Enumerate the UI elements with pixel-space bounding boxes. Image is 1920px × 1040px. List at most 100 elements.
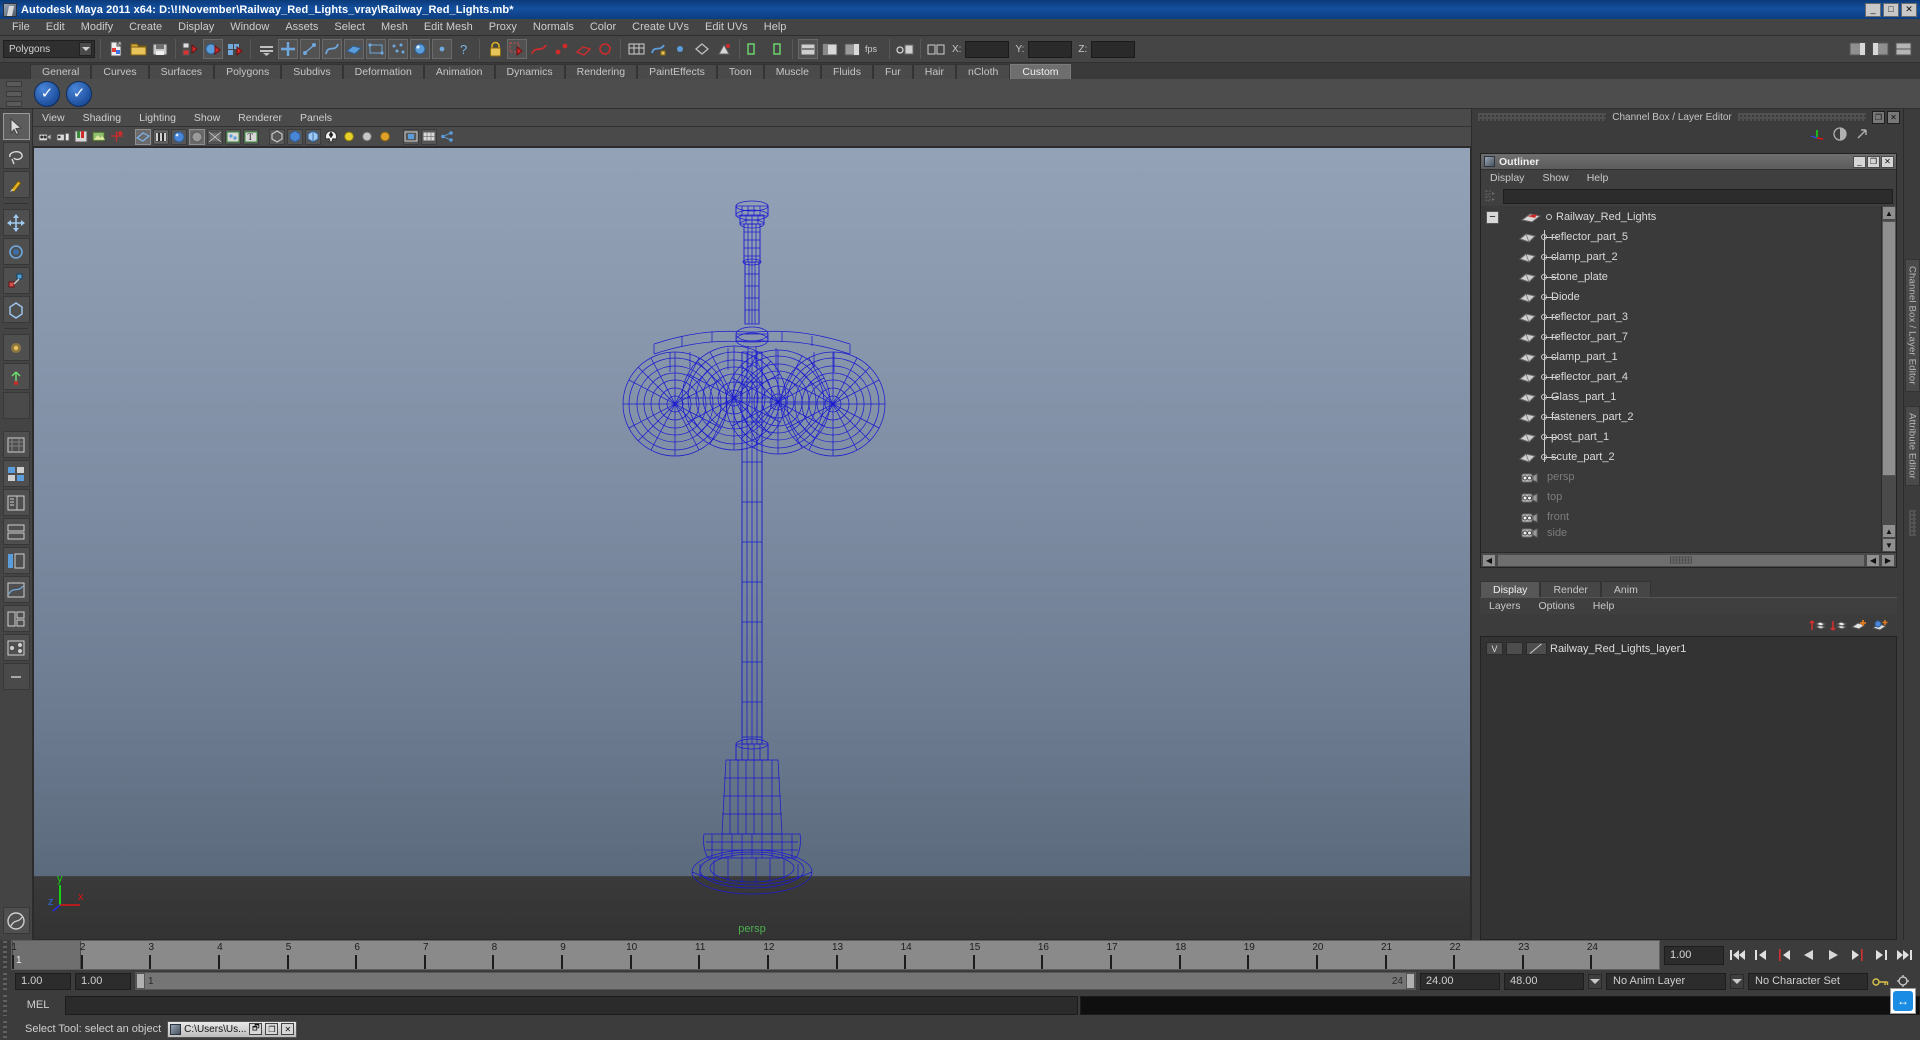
vertical-strip-grip[interactable] — [1908, 509, 1916, 536]
outliner-maximize-button[interactable]: ❐ — [1867, 155, 1880, 168]
shelf-tab-painteffects[interactable]: PaintEffects — [637, 64, 717, 79]
outliner-item-mesh[interactable]: clamp_part_1 — [1481, 347, 1881, 367]
shelf-options-handle[interactable] — [6, 81, 24, 107]
toggle-pane-a-icon[interactable] — [745, 39, 765, 59]
snap-to-plane-icon[interactable] — [573, 39, 593, 59]
command-language-label[interactable]: MEL — [11, 999, 65, 1011]
scroll-track[interactable] — [1497, 553, 1865, 567]
auto-key-icon[interactable] — [1872, 974, 1890, 988]
points-mask-icon[interactable] — [300, 39, 320, 59]
outliner-menu-show[interactable]: Show — [1533, 172, 1577, 184]
shelf-tab-muscle[interactable]: Muscle — [763, 64, 821, 79]
sidebar-toggle-3-icon[interactable] — [1893, 39, 1913, 59]
outliner-menu-help[interactable]: Help — [1578, 172, 1618, 184]
layer-list[interactable]: V Railway_Red_Lights_layer1 — [1480, 636, 1897, 940]
scroll-thumb[interactable] — [1882, 221, 1896, 476]
shelf-tab-ncloth[interactable]: nCloth — [956, 64, 1011, 79]
move-tool-icon[interactable] — [2, 209, 30, 236]
image-plane-icon[interactable] — [91, 129, 107, 145]
quick-layout-single-icon[interactable] — [2, 431, 30, 458]
show-hide-channel-box-icon[interactable] — [842, 39, 862, 59]
layer-visibility-toggle[interactable]: V — [1486, 642, 1503, 655]
command-input-field[interactable] — [65, 995, 1078, 1015]
handles-mask-icon[interactable] — [278, 39, 298, 59]
save-scene-icon[interactable] — [150, 39, 170, 59]
scroll-down-button[interactable]: ▼ — [1882, 538, 1896, 552]
menu-help[interactable]: Help — [756, 19, 795, 36]
outliner-item-camera[interactable]: side — [1481, 527, 1881, 538]
sidebar-toggle-1-icon[interactable] — [1847, 39, 1867, 59]
range-start-field[interactable]: 1.00 — [15, 972, 71, 990]
move-layer-down-icon[interactable] — [1830, 618, 1847, 633]
panel-menu-show[interactable]: Show — [185, 109, 229, 127]
range-drag-handle[interactable] — [0, 972, 11, 990]
dock-grip-left[interactable] — [1478, 113, 1607, 121]
grid-toggle-icon[interactable] — [421, 128, 437, 145]
outliner-item-mesh[interactable]: reflector_part_5 — [1481, 227, 1881, 247]
xray-joints-icon[interactable] — [305, 128, 321, 145]
range-slider[interactable]: 1 24 — [135, 972, 1416, 990]
textured-icon[interactable] — [225, 128, 241, 145]
scroll-up-small-button[interactable]: ▲ — [1882, 524, 1896, 538]
two-d-pan-zoom-icon[interactable] — [109, 129, 125, 145]
panel-menu-panels[interactable]: Panels — [291, 109, 341, 127]
scale-tool-icon[interactable] — [2, 267, 30, 294]
hardware-texturing-icon[interactable] — [323, 129, 339, 145]
rotate-tool-icon[interactable] — [2, 238, 30, 265]
perspective-viewport[interactable]: y x z persp — [33, 147, 1471, 940]
manipulator-axis-icon[interactable] — [1809, 127, 1825, 141]
soft-select-tool-icon[interactable] — [2, 334, 30, 361]
arrow-up-right-icon[interactable] — [1855, 127, 1869, 141]
x-input-field[interactable] — [965, 40, 1010, 58]
outliner-item-mesh[interactable]: post_part_1 — [1481, 427, 1881, 447]
scroll-right-button-1[interactable]: ◀ — [1866, 553, 1880, 567]
menu-edit-uvs[interactable]: Edit UVs — [697, 19, 756, 36]
bookmarks-icon[interactable] — [73, 129, 89, 145]
isolate-select-icon[interactable] — [403, 128, 419, 145]
playback-end-field[interactable]: 24.00 — [1420, 972, 1500, 990]
dock-close-button[interactable]: ✕ — [1887, 110, 1901, 124]
wireframe-shading-icon[interactable] — [135, 128, 151, 145]
shade-options-icon[interactable] — [207, 128, 223, 145]
taskbar-restore-button[interactable]: 🗗 — [249, 1023, 263, 1035]
shelf-tab-general[interactable]: General — [30, 64, 92, 79]
range-left-handle[interactable] — [136, 973, 145, 989]
menu-select[interactable]: Select — [326, 19, 373, 36]
new-scene-icon[interactable] — [106, 39, 126, 59]
snap-to-curve-icon[interactable] — [529, 39, 549, 59]
quick-layout-hypergraph-icon[interactable] — [2, 518, 30, 545]
layer-menu-layers[interactable]: Layers — [1480, 600, 1530, 612]
y-input-field[interactable] — [1028, 40, 1073, 58]
select-by-hierarchy-icon[interactable] — [181, 39, 201, 59]
shade-bounding-box-icon[interactable] — [287, 128, 303, 145]
help-line-drag-handle[interactable] — [0, 1020, 11, 1038]
outliner-item-mesh[interactable]: stone_plate — [1481, 267, 1881, 287]
surface-mask-icon[interactable] — [344, 39, 364, 59]
rendering-mask-icon[interactable] — [410, 39, 430, 59]
shelf-tab-fluids[interactable]: Fluids — [820, 64, 873, 79]
panel-menu-view[interactable]: View — [33, 109, 74, 127]
outliner-item-mesh[interactable]: clamp_part_2 — [1481, 247, 1881, 267]
shelf-tab-curves[interactable]: Curves — [91, 64, 149, 79]
shelf-tab-custom[interactable]: Custom — [1010, 64, 1071, 79]
outliner-tree[interactable]: − Railway_Red_Lights reflector_part_5 cl… — [1481, 206, 1896, 552]
misc-mask-icon[interactable] — [432, 39, 452, 59]
menu-edit[interactable]: Edit — [38, 19, 73, 36]
toggle-pane-b-icon[interactable] — [767, 39, 787, 59]
panel-menu-shading[interactable]: Shading — [74, 109, 131, 127]
layer-playback-toggle[interactable] — [1506, 642, 1523, 655]
maximize-button[interactable]: □ — [1883, 2, 1899, 17]
custom-shelf-item-2-icon[interactable]: ✓ — [66, 80, 92, 107]
component-mask-menu-icon[interactable] — [256, 39, 276, 59]
command-output-field[interactable] — [1080, 995, 1920, 1015]
taskbar-close-button[interactable]: ✕ — [281, 1023, 295, 1035]
outliner-item-mesh[interactable]: reflector_part_7 — [1481, 327, 1881, 347]
animation-end-field[interactable]: 48.00 — [1504, 972, 1584, 990]
snap-grid-icon[interactable] — [507, 39, 527, 59]
outliner-item-mesh[interactable]: reflector_part_4 — [1481, 367, 1881, 387]
minimize-button[interactable]: _ — [1865, 2, 1881, 17]
quick-layout-four-icon[interactable] — [2, 460, 30, 487]
chevron-down-icon[interactable] — [79, 42, 92, 56]
step-back-keyframe-icon[interactable] — [1750, 946, 1772, 965]
outliner-item-camera[interactable]: front — [1481, 507, 1881, 527]
